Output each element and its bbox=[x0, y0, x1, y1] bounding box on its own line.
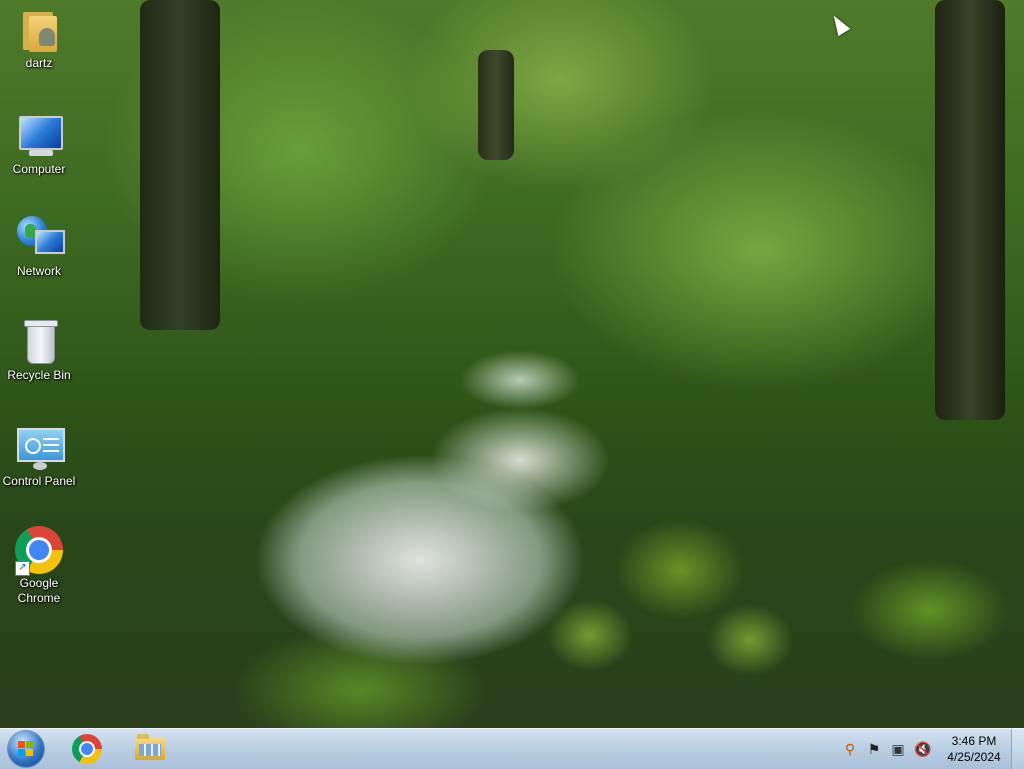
desktop-wallpaper: dartz Computer Network Recycle Bin Contr… bbox=[0, 0, 1024, 728]
desktop-icon-label: Recycle Bin bbox=[7, 368, 71, 382]
desktop-icon-label: Chrome bbox=[17, 591, 61, 605]
chrome-icon bbox=[72, 734, 102, 764]
wallpaper-tree-trunk bbox=[140, 0, 220, 330]
desktop-icon-control-panel[interactable]: Control Panel bbox=[0, 424, 78, 489]
mouse-cursor-icon bbox=[827, 11, 851, 37]
wallpaper-tree-trunk bbox=[478, 50, 514, 160]
desktop-icon-google-chrome[interactable]: ↗ Google Chrome bbox=[0, 526, 78, 606]
desktop-icon-label: dartz bbox=[25, 56, 53, 70]
volume-muted-icon[interactable]: 🔇 bbox=[914, 741, 931, 757]
system-tray: ⚲ ⚑ ▣ 🔇 bbox=[836, 729, 936, 769]
taskbar-file-explorer-button[interactable] bbox=[122, 731, 178, 767]
computer-icon bbox=[15, 112, 63, 160]
start-button[interactable] bbox=[8, 731, 44, 767]
clock[interactable]: 3:46 PM 4/25/2024 bbox=[940, 733, 1008, 765]
clock-time: 3:46 PM bbox=[951, 734, 997, 748]
desktop-icon-recycle-bin[interactable]: Recycle Bin bbox=[0, 318, 78, 383]
taskbar: ⚲ ⚑ ▣ 🔇 3:46 PM 4/25/2024 bbox=[0, 728, 1024, 769]
desktop-icon-dartz[interactable]: dartz bbox=[0, 6, 78, 71]
desktop-icon-computer[interactable]: Computer bbox=[0, 112, 78, 177]
desktop-icon-label: Computer bbox=[12, 162, 66, 176]
shortcut-arrow-icon: ↗ bbox=[15, 561, 30, 576]
control-panel-icon bbox=[15, 424, 65, 472]
desktop-icon-network[interactable]: Network bbox=[0, 214, 78, 279]
show-desktop-button[interactable] bbox=[1011, 729, 1024, 769]
wallpaper-tree-trunk bbox=[935, 0, 1005, 420]
desktop-icon-label: Network bbox=[16, 264, 61, 278]
recycle-bin-icon bbox=[15, 318, 63, 366]
windows-start-orb-icon bbox=[18, 741, 34, 757]
desktop-icon-label: Control Panel bbox=[2, 474, 76, 488]
taskbar-chrome-button[interactable] bbox=[60, 731, 116, 767]
user-folder-icon bbox=[15, 6, 63, 54]
chrome-icon: ↗ bbox=[15, 526, 63, 576]
network-monitor-icon[interactable]: ▣ bbox=[890, 741, 906, 757]
clock-date: 4/25/2024 bbox=[947, 750, 1001, 764]
action-center-flag-icon[interactable]: ⚑ bbox=[866, 741, 882, 757]
desktop-icon-label: Google bbox=[19, 576, 59, 590]
network-icon bbox=[15, 214, 65, 262]
search-icon[interactable]: ⚲ bbox=[842, 741, 858, 757]
file-explorer-icon bbox=[135, 734, 165, 760]
